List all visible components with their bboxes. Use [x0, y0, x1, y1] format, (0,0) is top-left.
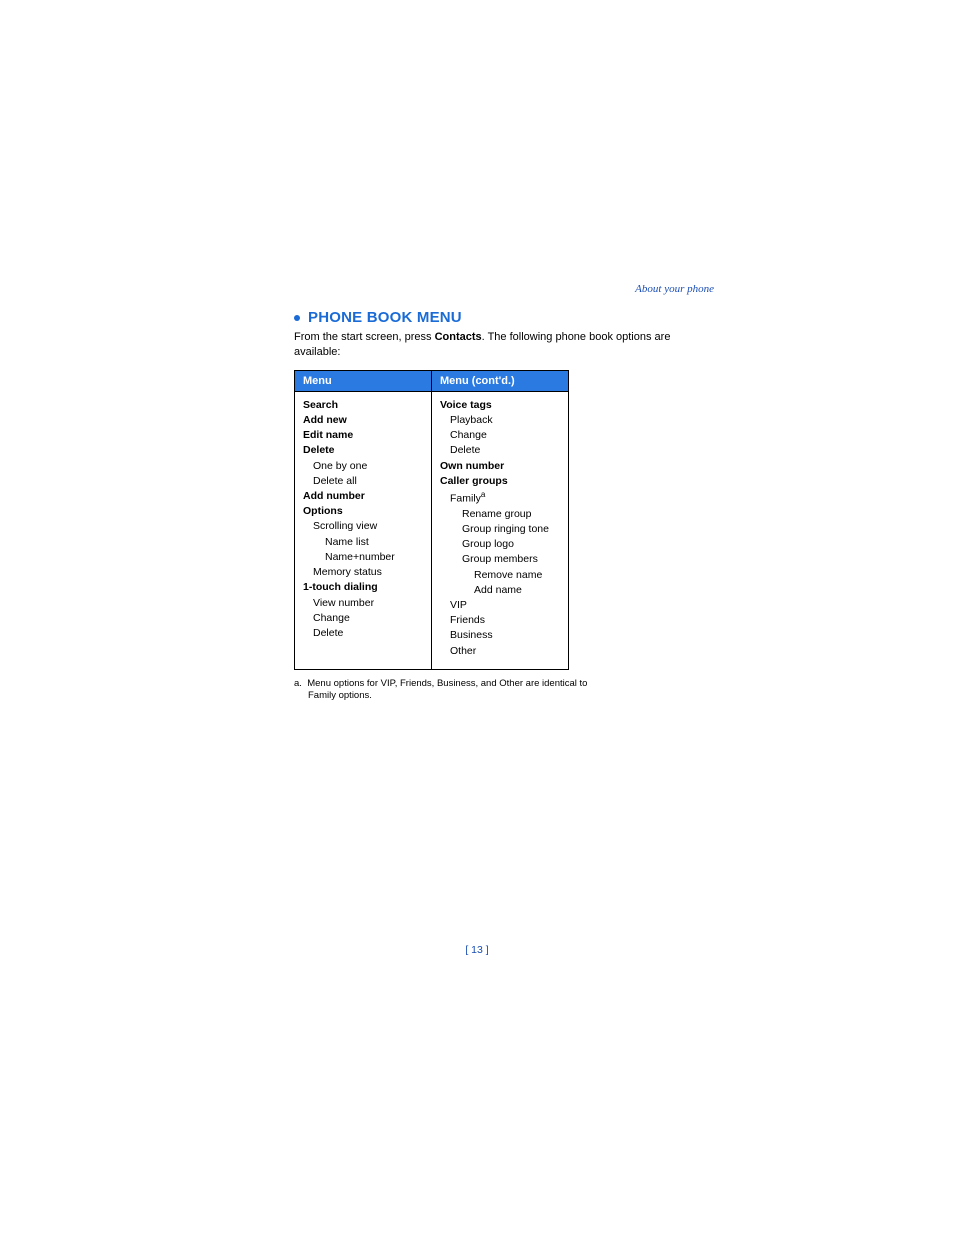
footnote: a. Menu options for VIP, Friends, Busine… [294, 678, 598, 703]
menu-item: Search [303, 398, 423, 413]
menu-item: Edit name [303, 428, 423, 443]
menu-item: VIP [440, 598, 560, 613]
menu-item: Delete all [303, 474, 423, 489]
page-number: [ 13 ] [0, 944, 954, 956]
menu-item: Add new [303, 413, 423, 428]
menu-item: Name list [303, 535, 423, 550]
table-header-left: Menu [295, 370, 432, 391]
menu-table: Menu Menu (cont'd.) SearchAdd newEdit na… [294, 370, 569, 670]
menu-item: Playback [440, 413, 560, 428]
table-cell-right: Voice tagsPlaybackChangeDeleteOwn number… [432, 391, 569, 669]
menu-item: Options [303, 504, 423, 519]
intro-text: From the start screen, press Contacts. T… [294, 330, 714, 360]
table-header-right: Menu (cont'd.) [432, 370, 569, 391]
menu-item: Business [440, 628, 560, 643]
section-heading-row: PHONE BOOK MENU [294, 309, 714, 326]
menu-item: Own number [440, 459, 560, 474]
menu-item: Delete [440, 443, 560, 458]
menu-item: One by one [303, 459, 423, 474]
menu-item: Add number [303, 489, 423, 504]
menu-item: Rename group [440, 507, 560, 522]
intro-bold: Contacts [435, 331, 482, 343]
menu-item: Friends [440, 613, 560, 628]
section-title: PHONE BOOK MENU [308, 309, 462, 326]
menu-item: Delete [303, 443, 423, 458]
menu-item: Memory status [303, 565, 423, 580]
menu-item: Scrolling view [303, 519, 423, 534]
menu-item: Add name [440, 583, 560, 598]
menu-item: Delete [303, 626, 423, 641]
footnote-marker: a. [294, 678, 302, 689]
menu-item: Remove name [440, 568, 560, 583]
menu-item: Group members [440, 552, 560, 567]
menu-item: Caller groups [440, 474, 560, 489]
menu-item: Group ringing tone [440, 522, 560, 537]
intro-prefix: From the start screen, press [294, 331, 435, 343]
bullet-icon [294, 315, 300, 321]
table-cell-left: SearchAdd newEdit nameDeleteOne by oneDe… [295, 391, 432, 669]
menu-item: Voice tags [440, 398, 560, 413]
menu-item: Familya [440, 489, 560, 507]
menu-item: Other [440, 644, 560, 659]
menu-item: View number [303, 596, 423, 611]
page-content: About your phone PHONE BOOK MENU From th… [294, 283, 714, 712]
menu-item: Change [303, 611, 423, 626]
footnote-text: Menu options for VIP, Friends, Business,… [307, 678, 587, 701]
menu-item: 1-touch dialing [303, 580, 423, 595]
menu-item: Group logo [440, 537, 560, 552]
header-section-link: About your phone [294, 283, 714, 295]
menu-item: Change [440, 428, 560, 443]
menu-item: Name+number [303, 550, 423, 565]
